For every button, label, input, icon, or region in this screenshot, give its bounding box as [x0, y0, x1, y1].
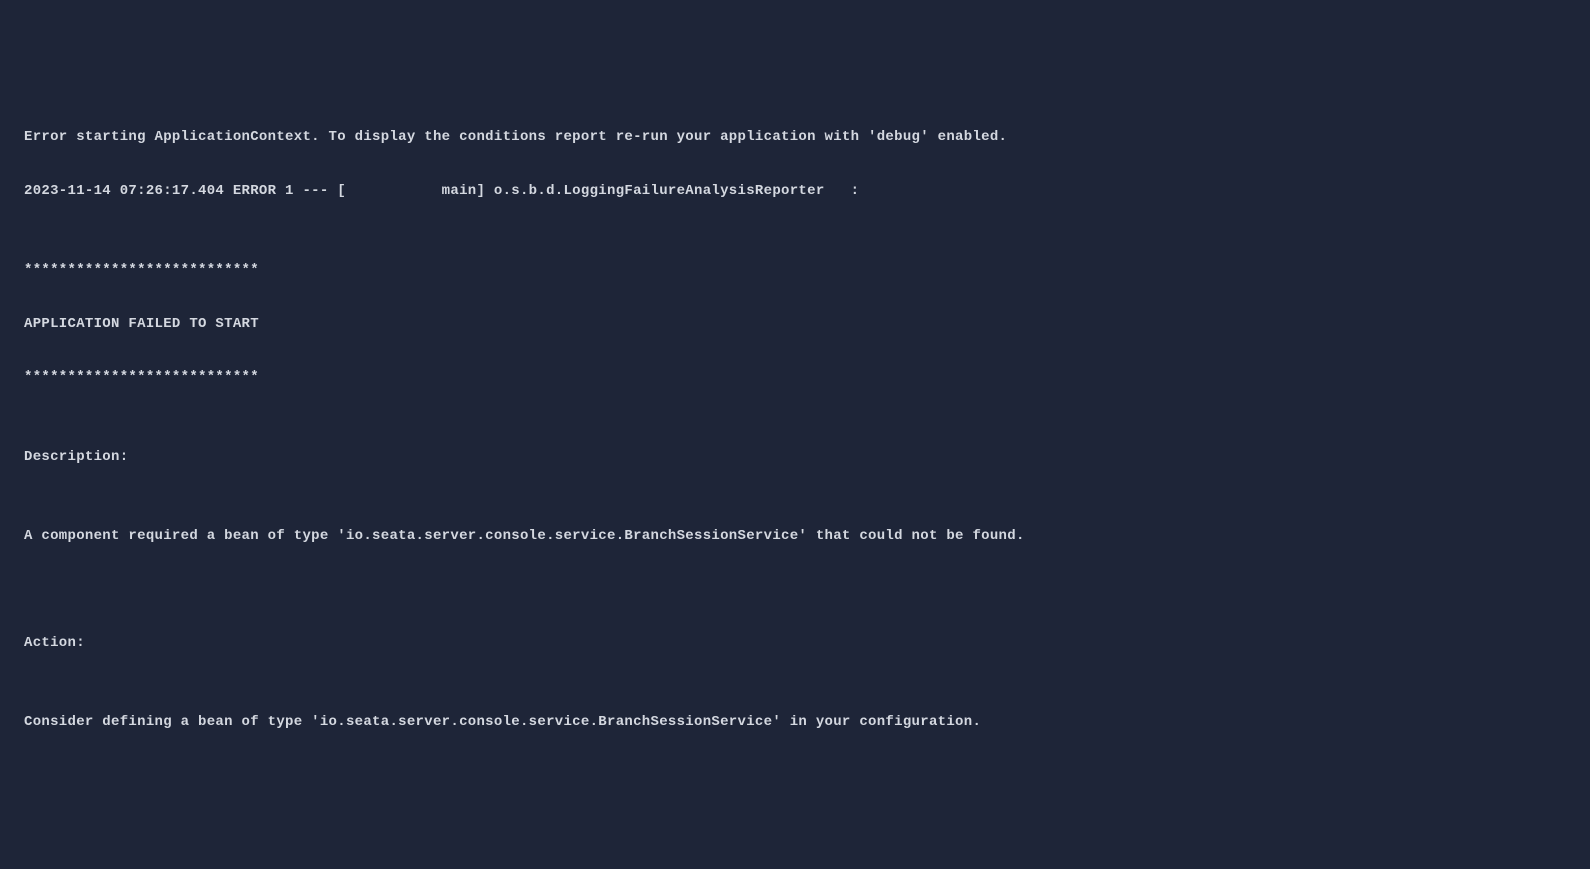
log-action-header: Action:	[24, 630, 1566, 657]
log-description-body: A component required a bean of type 'io.…	[24, 523, 1566, 550]
log-failed-to-start: APPLICATION FAILED TO START	[24, 311, 1566, 338]
log-action-body: Consider defining a bean of type 'io.sea…	[24, 709, 1566, 736]
log-separator-bottom: ***************************	[24, 364, 1566, 391]
log-description-header: Description:	[24, 444, 1566, 471]
log-timestamp-line: 2023-11-14 07:26:17.404 ERROR 1 --- [ ma…	[24, 178, 1566, 205]
log-error-start: Error starting ApplicationContext. To di…	[24, 124, 1566, 151]
log-separator-top: ***************************	[24, 257, 1566, 284]
